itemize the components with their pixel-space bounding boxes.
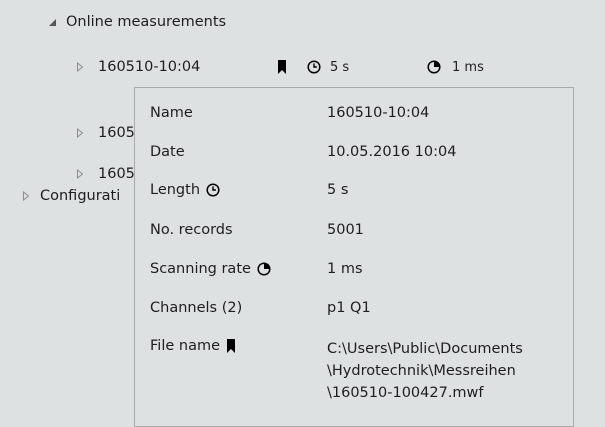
collapsed-triangle-icon[interactable] (74, 127, 86, 139)
tree-node-online-measurements[interactable]: Online measurements (46, 3, 226, 41)
bookmark-icon (277, 48, 287, 86)
file-label-group: File name (150, 338, 236, 354)
clock-icon (206, 183, 220, 197)
rate-label-group: Scanning rate (150, 261, 271, 277)
tree-item-label: 1605 (98, 125, 135, 141)
channels-label: Channels (2) (150, 300, 243, 316)
channels-value: p1 Q1 (327, 300, 371, 316)
file-label: File name (150, 338, 220, 354)
tree-item-label: 160510-10:04 (98, 59, 201, 75)
date-label: Date (150, 144, 185, 160)
file-path-line: \Hydrotechnik\Messreihen (327, 363, 516, 379)
collapsed-triangle-icon[interactable] (20, 190, 32, 202)
file-path-line: \160510-100427.mwf (327, 385, 484, 401)
date-value: 10.05.2016 10:04 (327, 144, 457, 160)
length-label: Length (150, 182, 201, 198)
name-value: 160510-10:04 (327, 105, 430, 121)
scanning-rate-value: 1 ms (452, 59, 484, 75)
collapsed-triangle-icon[interactable] (74, 61, 86, 73)
tree-item-measurement[interactable]: 160510-10:04 (74, 48, 200, 86)
measurement-tooltip: Name 160510-10:04 Date 10.05.2016 10:04 … (134, 87, 574, 427)
clock-icon (307, 60, 321, 74)
pie-chart-icon (257, 262, 271, 276)
records-label: No. records (150, 222, 233, 238)
length-value: 5 s (330, 59, 350, 75)
bookmark-icon (226, 339, 236, 353)
file-path-line: C:\Users\Public\Documents (327, 341, 523, 357)
rate-label: Scanning rate (150, 261, 251, 277)
length-indicator: 5 s (307, 48, 349, 86)
scanning-rate-indicator: 1 ms (427, 48, 484, 86)
tree-node-label: Online measurements (66, 14, 227, 30)
pie-chart-icon (427, 60, 441, 74)
name-label: Name (150, 105, 193, 121)
expanded-triangle-icon[interactable] (46, 16, 58, 28)
file-value: C:\Users\Public\Documents \Hydrotechnik\… (327, 338, 523, 404)
tree-node-label: Configurati (40, 188, 121, 204)
tree-node-configurations[interactable]: Configurati (20, 177, 120, 215)
tree-item-measurement[interactable]: 1605 (74, 114, 135, 152)
rate-value: 1 ms (327, 261, 363, 277)
length-value: 5 s (327, 182, 349, 198)
records-value: 5001 (327, 222, 364, 238)
length-label-group: Length (150, 182, 220, 198)
